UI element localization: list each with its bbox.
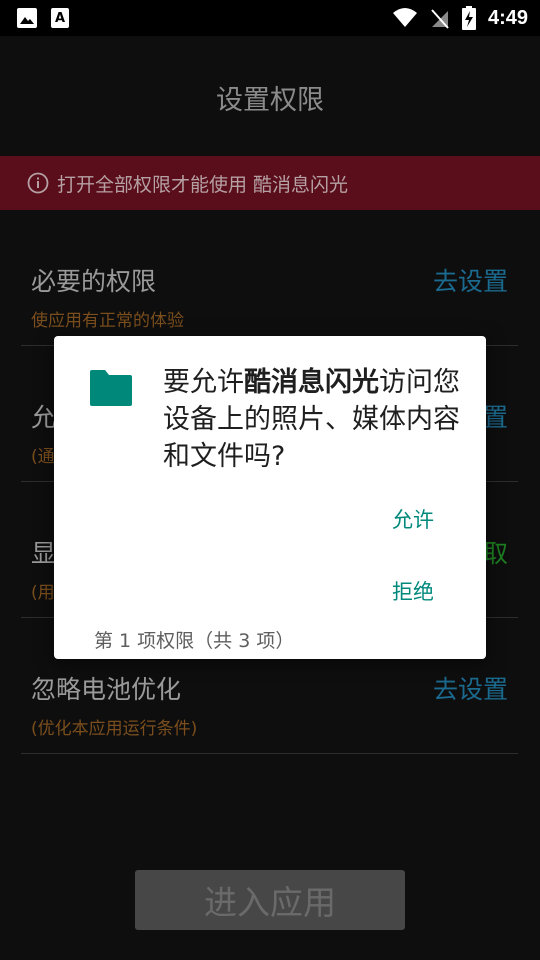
dialog-message-prefix: 要允许 [163,367,244,398]
row-title: 忽略电池优化 [31,675,182,704]
permission-dialog: 要允许酷消息闪光访问您设备上的照片、媒体内容和文件吗? 允许 拒绝 第 1 项权… [54,336,486,659]
enter-app-button[interactable]: 进入应用 [135,870,405,930]
svg-text:A: A [55,11,65,26]
dialog-message: 要允许酷消息闪光访问您设备上的照片、媒体内容和文件吗? [163,364,468,475]
image-icon [17,8,37,28]
deny-button[interactable]: 拒绝 [392,576,434,606]
allow-button[interactable]: 允许 [392,504,434,534]
dialog-app-name: 酷消息闪光 [244,367,379,398]
divider [21,753,518,754]
folder-icon [90,370,132,406]
battery-charging-icon [461,6,476,30]
status-bar: A 4:49 [0,0,540,36]
go-settings-button[interactable]: 去设置 [433,262,508,298]
permission-row-required[interactable]: 必要的权限 使应用有正常的体验 去设置 [21,262,518,346]
permission-row-battery[interactable]: 忽略电池优化 (优化本应用运行条件) 去设置 [21,670,518,754]
row-title: 显 [31,539,57,568]
row-subtitle: 使应用有正常的体验 [31,311,184,331]
row-title: 允 [31,403,57,432]
page-title: 设置权限 [216,85,324,116]
no-signal-icon [431,9,449,29]
warning-text: 打开全部权限才能使用 酷消息闪光 [57,173,349,196]
info-icon [27,172,49,194]
row-subtitle: (通 [31,447,55,467]
permission-count: 第 1 项权限（共 3 项） [94,630,295,652]
go-settings-button[interactable]: 去设置 [433,670,508,706]
cancel-button[interactable]: 取 [483,534,508,570]
row-subtitle: (优化本应用运行条件) [31,719,198,739]
row-subtitle: (用 [31,583,55,603]
wifi-icon [392,8,417,27]
warning-banner: 打开全部权限才能使用 酷消息闪光 [0,156,540,210]
text-a-icon: A [51,8,69,28]
status-time: 4:49 [487,6,528,29]
go-settings-button[interactable]: 置 [483,398,508,434]
row-title: 必要的权限 [31,267,157,296]
